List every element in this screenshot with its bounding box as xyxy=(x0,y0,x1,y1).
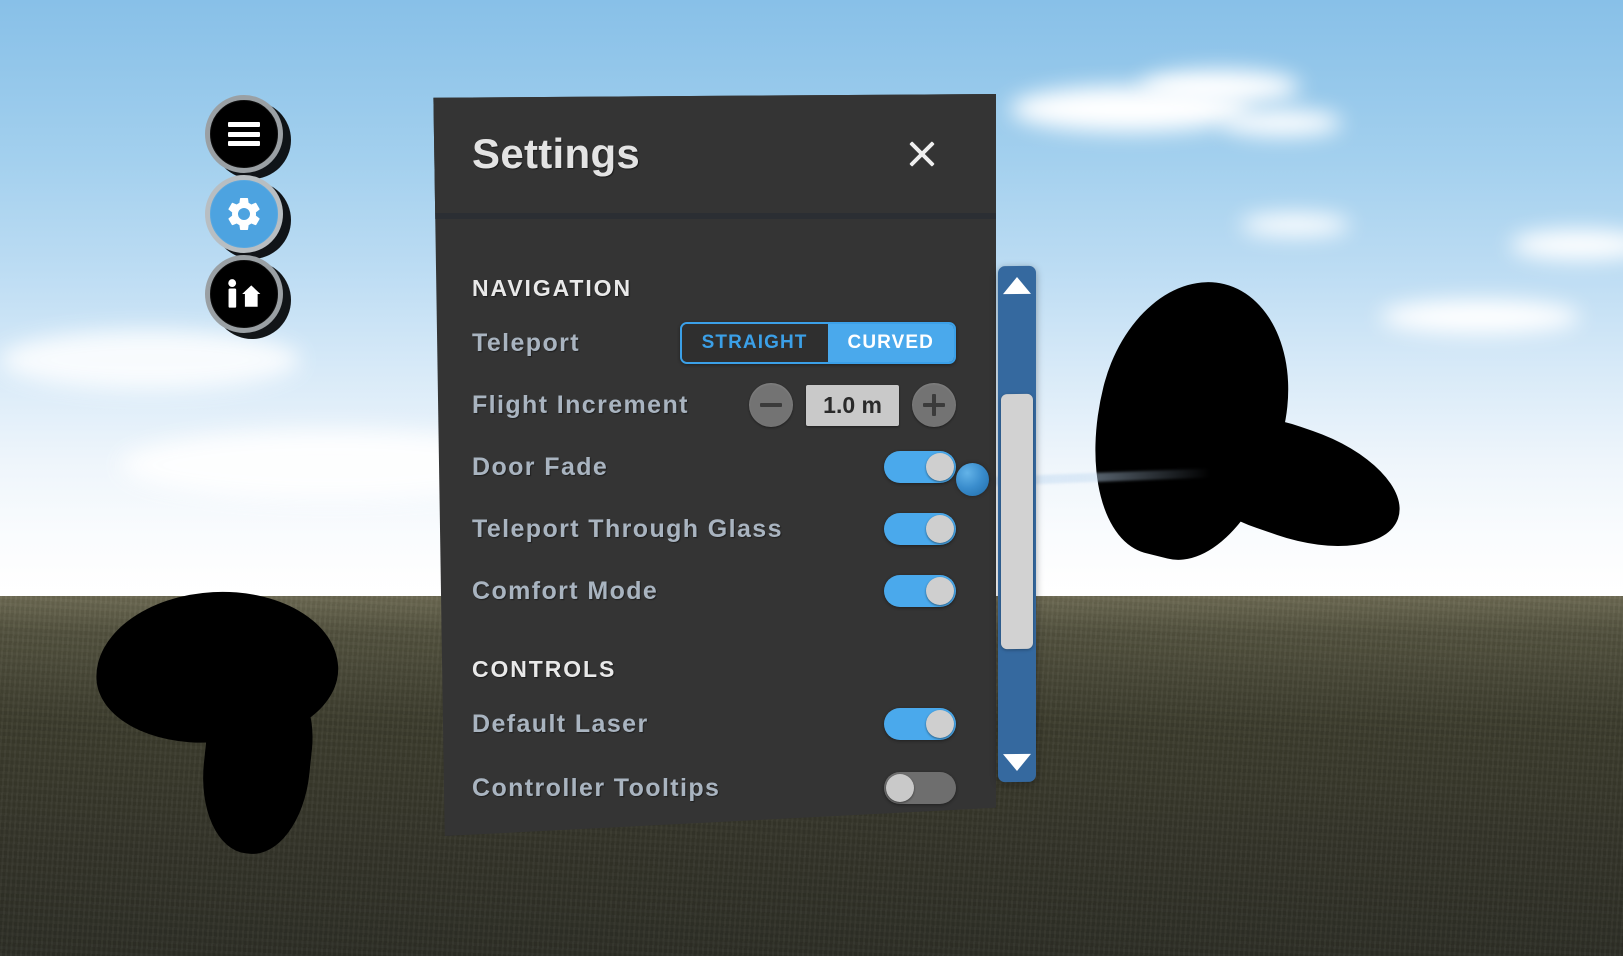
settings-panel: Settings NAVIGATION Teleport STRAIGHT CU… xyxy=(430,94,996,836)
row-label-controller-tooltips: Controller Tooltips xyxy=(472,773,721,802)
chevron-up-icon[interactable] xyxy=(1003,276,1031,295)
close-icon[interactable] xyxy=(900,132,944,176)
row-comfort-mode: Comfort Mode xyxy=(472,560,956,622)
toggle-controller-tooltips[interactable] xyxy=(884,772,956,804)
plus-icon[interactable] xyxy=(912,383,956,427)
row-label-default-laser: Default Laser xyxy=(472,709,649,738)
cloud xyxy=(1240,214,1350,236)
panel-body: NAVIGATION Teleport STRAIGHT CURVED Flig… xyxy=(433,219,996,836)
hamburger-menu-icon xyxy=(228,122,260,146)
toggle-door-fade[interactable] xyxy=(884,451,956,483)
menu-button[interactable] xyxy=(205,95,291,179)
flight-increment-stepper: 1.0 m xyxy=(749,383,956,427)
teleport-mode-segmented-control: STRAIGHT CURVED xyxy=(679,322,956,364)
page-title: Settings xyxy=(472,129,641,177)
cloud xyxy=(1222,110,1342,136)
settings-panel-surface: Settings NAVIGATION Teleport STRAIGHT CU… xyxy=(433,94,996,836)
row-label-teleport: Teleport xyxy=(472,328,580,357)
person-house-icon xyxy=(224,277,264,311)
toggle-knob xyxy=(886,774,914,802)
cloud xyxy=(0,330,300,390)
toggle-default-laser[interactable] xyxy=(884,708,956,740)
toggle-knob xyxy=(926,710,954,738)
row-flight-increment: Flight Increment 1.0 m xyxy=(472,374,956,436)
row-label-teleport-through-glass: Teleport Through Glass xyxy=(472,514,783,543)
row-teleport-through-glass: Teleport Through Glass xyxy=(472,498,956,560)
toggle-teleport-through-glass[interactable] xyxy=(884,513,956,545)
gear-icon xyxy=(224,194,264,234)
section-title-navigation: NAVIGATION xyxy=(472,275,632,301)
section-title-controls: CONTROLS xyxy=(472,656,617,682)
row-default-laser: Default Laser xyxy=(472,693,956,755)
vr-toolbar xyxy=(205,95,305,339)
scrollbar[interactable] xyxy=(998,265,1036,783)
row-door-fade: Door Fade xyxy=(472,436,956,498)
segment-curved[interactable]: CURVED xyxy=(827,324,954,362)
avatar-home-button[interactable] xyxy=(205,255,291,339)
toggle-comfort-mode[interactable] xyxy=(884,575,956,607)
chevron-down-icon[interactable] xyxy=(1003,753,1031,772)
minus-icon[interactable] xyxy=(749,383,794,427)
laser-cursor xyxy=(956,463,989,496)
segment-straight[interactable]: STRAIGHT xyxy=(681,324,828,362)
toggle-knob xyxy=(926,453,954,481)
panel-header: Settings xyxy=(433,94,996,213)
row-controller-tooltips: Controller Tooltips xyxy=(472,757,956,819)
row-label-door-fade: Door Fade xyxy=(472,452,609,481)
toggle-knob xyxy=(926,577,954,605)
cloud xyxy=(1380,300,1580,334)
row-teleport: Teleport STRAIGHT CURVED xyxy=(472,312,956,374)
flight-increment-value[interactable]: 1.0 m xyxy=(806,384,899,426)
vr-scene: Settings NAVIGATION Teleport STRAIGHT CU… xyxy=(0,0,1623,956)
row-label-flight-increment: Flight Increment xyxy=(472,390,689,419)
row-label-comfort-mode: Comfort Mode xyxy=(472,576,659,605)
cloud xyxy=(1140,70,1300,104)
settings-button[interactable] xyxy=(205,175,291,259)
toggle-knob xyxy=(926,515,954,543)
scrollbar-thumb[interactable] xyxy=(1001,393,1033,650)
